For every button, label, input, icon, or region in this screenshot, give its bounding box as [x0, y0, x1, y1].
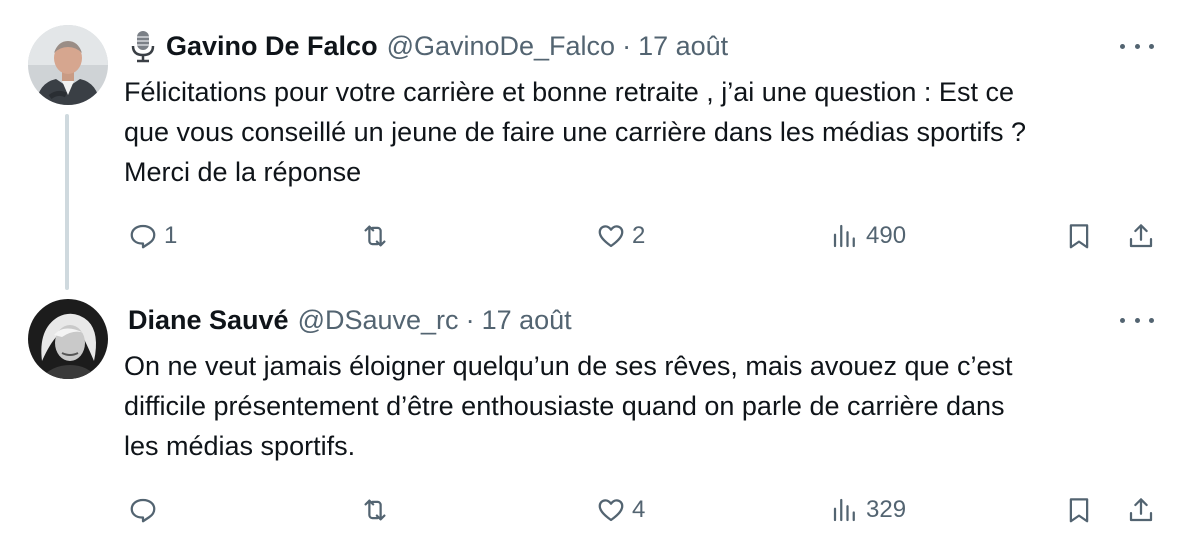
tweet-date[interactable]: 17 août	[638, 31, 728, 62]
repost-button[interactable]	[360, 216, 396, 256]
tweet[interactable]: Diane Sauvé @DSauve_rc · 17 août On ne v…	[0, 290, 1194, 548]
reply-button[interactable]	[128, 490, 164, 530]
tweet-text: Félicitations pour votre carrière et bon…	[124, 72, 1164, 192]
bookmark-button[interactable]	[1064, 490, 1094, 530]
author-handle[interactable]: @GavinoDe_Falco	[387, 31, 616, 62]
tweet-actions: 1 2 490	[0, 216, 1194, 256]
views-button[interactable]: 329	[830, 490, 906, 530]
tweet-text-line: les médias sportifs.	[124, 431, 356, 461]
separator-dot: ·	[622, 30, 632, 61]
reply-icon	[130, 224, 156, 249]
more-options-icon[interactable]	[1120, 310, 1154, 330]
like-button[interactable]: 2	[596, 216, 645, 256]
tweet-text-line: Félicitations pour votre carrière et bon…	[124, 77, 1014, 107]
tweet-actions: 4 329	[0, 490, 1194, 530]
like-count: 4	[632, 496, 646, 523]
avatar-image	[28, 25, 108, 105]
share-button[interactable]	[1126, 216, 1156, 256]
view-count: 329	[866, 496, 907, 523]
author-handle[interactable]: @DSauve_rc	[298, 305, 459, 336]
view-count: 490	[866, 222, 907, 249]
tweet-header: Diane Sauvé @DSauve_rc · 17 août	[128, 302, 1154, 338]
tweet-text-line: Merci de la réponse	[124, 157, 362, 187]
thread-connector-line	[65, 114, 69, 290]
views-icon	[833, 498, 855, 522]
avatar[interactable]	[28, 299, 108, 379]
tweet-text: On ne veut jamais éloigner quelqu’un de …	[124, 346, 1164, 466]
microphone-icon	[128, 29, 158, 63]
like-count: 2	[632, 222, 646, 249]
tweet[interactable]: Gavino De Falco @GavinoDe_Falco · 17 aoû…	[0, 0, 1194, 290]
reply-icon	[130, 498, 156, 523]
bookmark-button[interactable]	[1064, 216, 1094, 256]
views-button[interactable]: 490	[830, 216, 906, 256]
author-name[interactable]: Gavino De Falco	[166, 31, 378, 62]
like-icon	[598, 225, 624, 248]
repost-icon	[364, 499, 386, 521]
avatar-image	[28, 299, 108, 379]
author-name[interactable]: Diane Sauvé	[128, 305, 289, 336]
avatar[interactable]	[28, 25, 108, 105]
reply-thread: Gavino De Falco @GavinoDe_Falco · 17 aoû…	[0, 0, 1194, 548]
tweet-header: Gavino De Falco @GavinoDe_Falco · 17 aoû…	[128, 28, 1154, 64]
repost-button[interactable]	[360, 490, 396, 530]
share-icon	[1129, 224, 1153, 248]
tweet-date[interactable]: 17 août	[482, 305, 572, 336]
more-options-icon[interactable]	[1120, 36, 1154, 56]
repost-icon	[364, 225, 386, 247]
tweet-text-line: que vous conseillé un jeune de faire une…	[124, 117, 1027, 147]
like-button[interactable]: 4	[596, 490, 645, 530]
tweet-text-line: difficile présentement d’être enthousias…	[124, 391, 1005, 421]
bookmark-icon	[1069, 498, 1089, 523]
bookmark-icon	[1069, 224, 1089, 249]
tweet-text-line: On ne veut jamais éloigner quelqu’un de …	[124, 351, 1013, 381]
like-icon	[598, 499, 624, 522]
share-button[interactable]	[1126, 490, 1156, 530]
reply-button[interactable]: 1	[128, 216, 177, 256]
share-icon	[1129, 498, 1153, 522]
reply-count: 1	[164, 222, 178, 249]
separator-dot: ·	[465, 304, 475, 335]
views-icon	[833, 224, 855, 248]
